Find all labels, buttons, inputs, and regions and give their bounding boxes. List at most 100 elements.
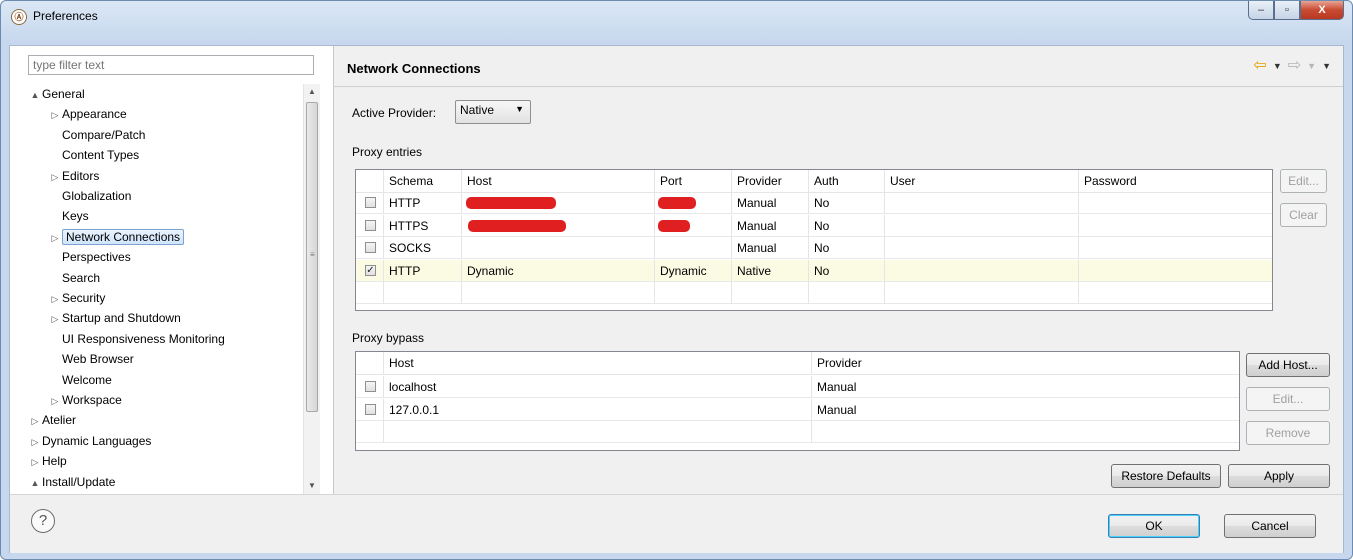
empty-cell xyxy=(384,282,462,304)
table-row[interactable]: 127.0.0.1 Manual xyxy=(356,398,1239,421)
tree-item[interactable]: Globalization xyxy=(48,186,131,206)
row-checkbox[interactable] xyxy=(365,197,376,208)
collapsed-triangle-icon[interactable]: ▷ xyxy=(28,432,42,452)
row-checkbox[interactable]: ✓ xyxy=(365,264,376,276)
tree-item[interactable]: ▷ Appearance xyxy=(48,104,127,124)
tree-item[interactable]: UI Responsiveness Monitoring xyxy=(48,329,225,349)
tree-item-label: Perspectives xyxy=(62,250,131,265)
tree-item[interactable]: Compare/Patch xyxy=(48,125,145,145)
column-header[interactable]: Provider xyxy=(812,352,1239,374)
edit-host-button[interactable]: Edit... xyxy=(1246,387,1330,411)
checkbox-column-header xyxy=(356,170,384,192)
row-checkbox[interactable] xyxy=(365,242,376,253)
table-row[interactable]: HTTP Manual No xyxy=(356,192,1272,214)
row-checkbox[interactable] xyxy=(365,219,376,231)
forward-arrow-icon[interactable]: ⇨ xyxy=(1288,58,1301,74)
filter-input[interactable] xyxy=(28,55,314,75)
dialog-client: ▲General▷AppearanceCompare/PatchContent … xyxy=(9,45,1344,553)
tree-item-label: Search xyxy=(62,270,101,285)
collapsed-triangle-icon[interactable]: ▷ xyxy=(28,411,42,431)
scroll-thumb[interactable]: ≡ xyxy=(306,102,318,412)
redaction-mark xyxy=(466,197,556,209)
tree-item[interactable]: Keys xyxy=(48,206,89,226)
apply-button[interactable]: Apply xyxy=(1228,464,1330,488)
tree-item[interactable]: ▷ Startup and Shutdown xyxy=(48,308,181,328)
tree-item[interactable]: Web Browser xyxy=(48,349,134,369)
column-header[interactable]: Password xyxy=(1079,170,1272,192)
tree-item[interactable]: ▲ Install/Update xyxy=(28,472,116,493)
minimize-button[interactable]: – xyxy=(1248,1,1274,20)
port-cell xyxy=(655,237,732,259)
tree-item[interactable]: ▲ General xyxy=(28,84,85,104)
tree-item[interactable]: ▷ Workspace xyxy=(48,390,122,410)
column-header[interactable]: Provider xyxy=(732,170,809,192)
collapsed-triangle-icon[interactable]: ▷ xyxy=(28,452,42,472)
title-bar[interactable]: Ⓐ Preferences – ▫ X xyxy=(1,1,1352,31)
proxy-entries-table[interactable]: Schema Host Port Provider Auth User Password HT… xyxy=(355,169,1273,311)
tree-item-label: Workspace xyxy=(62,393,122,407)
table-row[interactable]: SOCKS Manual No xyxy=(356,237,1272,259)
tree-item[interactable]: Perspectives xyxy=(48,247,131,267)
cancel-button[interactable]: Cancel xyxy=(1224,514,1316,538)
empty-cell xyxy=(462,282,655,304)
table-row[interactable]: ✓ HTTP Dynamic Dynamic Native No xyxy=(356,259,1272,282)
view-menu-icon[interactable]: ▼ xyxy=(1322,61,1331,71)
host-cell xyxy=(462,237,655,259)
back-arrow-icon[interactable]: ⇦ xyxy=(1253,58,1266,74)
column-header[interactable]: Auth xyxy=(809,170,885,192)
scroll-down-arrow-icon[interactable]: ▼ xyxy=(304,478,320,494)
tree-item[interactable]: ▷ Help xyxy=(28,451,67,471)
column-header[interactable]: Host xyxy=(462,170,655,192)
row-checkbox[interactable] xyxy=(365,381,376,392)
collapsed-triangle-icon[interactable]: ▷ xyxy=(48,391,62,411)
tree-item[interactable]: ▷ Security xyxy=(48,288,106,309)
active-provider-select[interactable]: Native ▼ xyxy=(455,100,531,124)
table-row[interactable]: HTTPS Manual No xyxy=(356,214,1272,237)
redaction-mark xyxy=(658,219,690,232)
table-row[interactable]: localhost Manual xyxy=(356,376,1239,398)
tree-item[interactable]: Search xyxy=(48,268,100,288)
help-icon[interactable]: ? xyxy=(31,509,55,533)
tree-scrollbar[interactable]: ▲ ≡ ▼ xyxy=(303,84,320,494)
tree-item[interactable]: ▷ Atelier xyxy=(28,410,76,430)
restore-defaults-button[interactable]: Restore Defaults xyxy=(1111,464,1221,488)
maximize-button[interactable]: ▫ xyxy=(1274,1,1300,20)
collapsed-triangle-icon[interactable]: ▷ xyxy=(48,228,62,248)
ok-button[interactable]: OK xyxy=(1108,514,1200,538)
expanded-triangle-icon[interactable]: ▲ xyxy=(28,473,42,493)
tree-item-label: Appearance xyxy=(62,107,127,122)
column-header[interactable]: Port xyxy=(655,170,732,192)
redaction-mark xyxy=(468,219,566,232)
collapsed-triangle-icon[interactable]: ▷ xyxy=(48,105,62,125)
collapsed-triangle-icon[interactable]: ▷ xyxy=(48,167,62,187)
redaction-mark xyxy=(658,197,696,209)
user-cell xyxy=(885,214,1079,237)
column-header[interactable]: User xyxy=(885,170,1079,192)
tree-item-label: Web Browser xyxy=(62,352,134,367)
row-checkbox[interactable] xyxy=(365,403,376,415)
back-dropdown-icon[interactable]: ▼ xyxy=(1273,61,1282,71)
collapsed-triangle-icon[interactable]: ▷ xyxy=(48,309,62,329)
column-header[interactable]: Schema xyxy=(384,170,462,192)
checkbox-cell xyxy=(356,214,384,237)
expanded-triangle-icon[interactable]: ▲ xyxy=(28,85,42,105)
tree-item[interactable]: Welcome xyxy=(48,370,112,390)
tree-item[interactable]: Content Types xyxy=(48,145,139,165)
edit-entry-button[interactable]: Edit... xyxy=(1280,169,1327,193)
clear-entry-button[interactable]: Clear xyxy=(1280,203,1327,227)
checkbox-cell: ✓ xyxy=(356,259,384,282)
grip-icon: ≡ xyxy=(310,250,315,259)
tree-item[interactable]: ▷ Dynamic Languages xyxy=(28,431,152,452)
tree-item[interactable]: ▷ Editors xyxy=(48,166,100,187)
add-host-button[interactable]: Add Host... xyxy=(1246,353,1330,377)
proxy-bypass-table[interactable]: Host Provider localhost Manual 127.0.0.1 Manu… xyxy=(355,351,1240,451)
collapsed-triangle-icon[interactable]: ▷ xyxy=(48,289,62,309)
tree-item[interactable]: ▷ Network Connections xyxy=(48,227,185,248)
column-header[interactable]: Host xyxy=(384,352,812,374)
scroll-up-arrow-icon[interactable]: ▲ xyxy=(304,84,320,100)
close-button[interactable]: X xyxy=(1300,1,1344,20)
empty-cell xyxy=(809,282,885,304)
schema-cell: HTTPS xyxy=(384,214,462,237)
forward-dropdown-icon[interactable]: ▼ xyxy=(1307,61,1316,71)
remove-host-button[interactable]: Remove xyxy=(1246,421,1330,445)
